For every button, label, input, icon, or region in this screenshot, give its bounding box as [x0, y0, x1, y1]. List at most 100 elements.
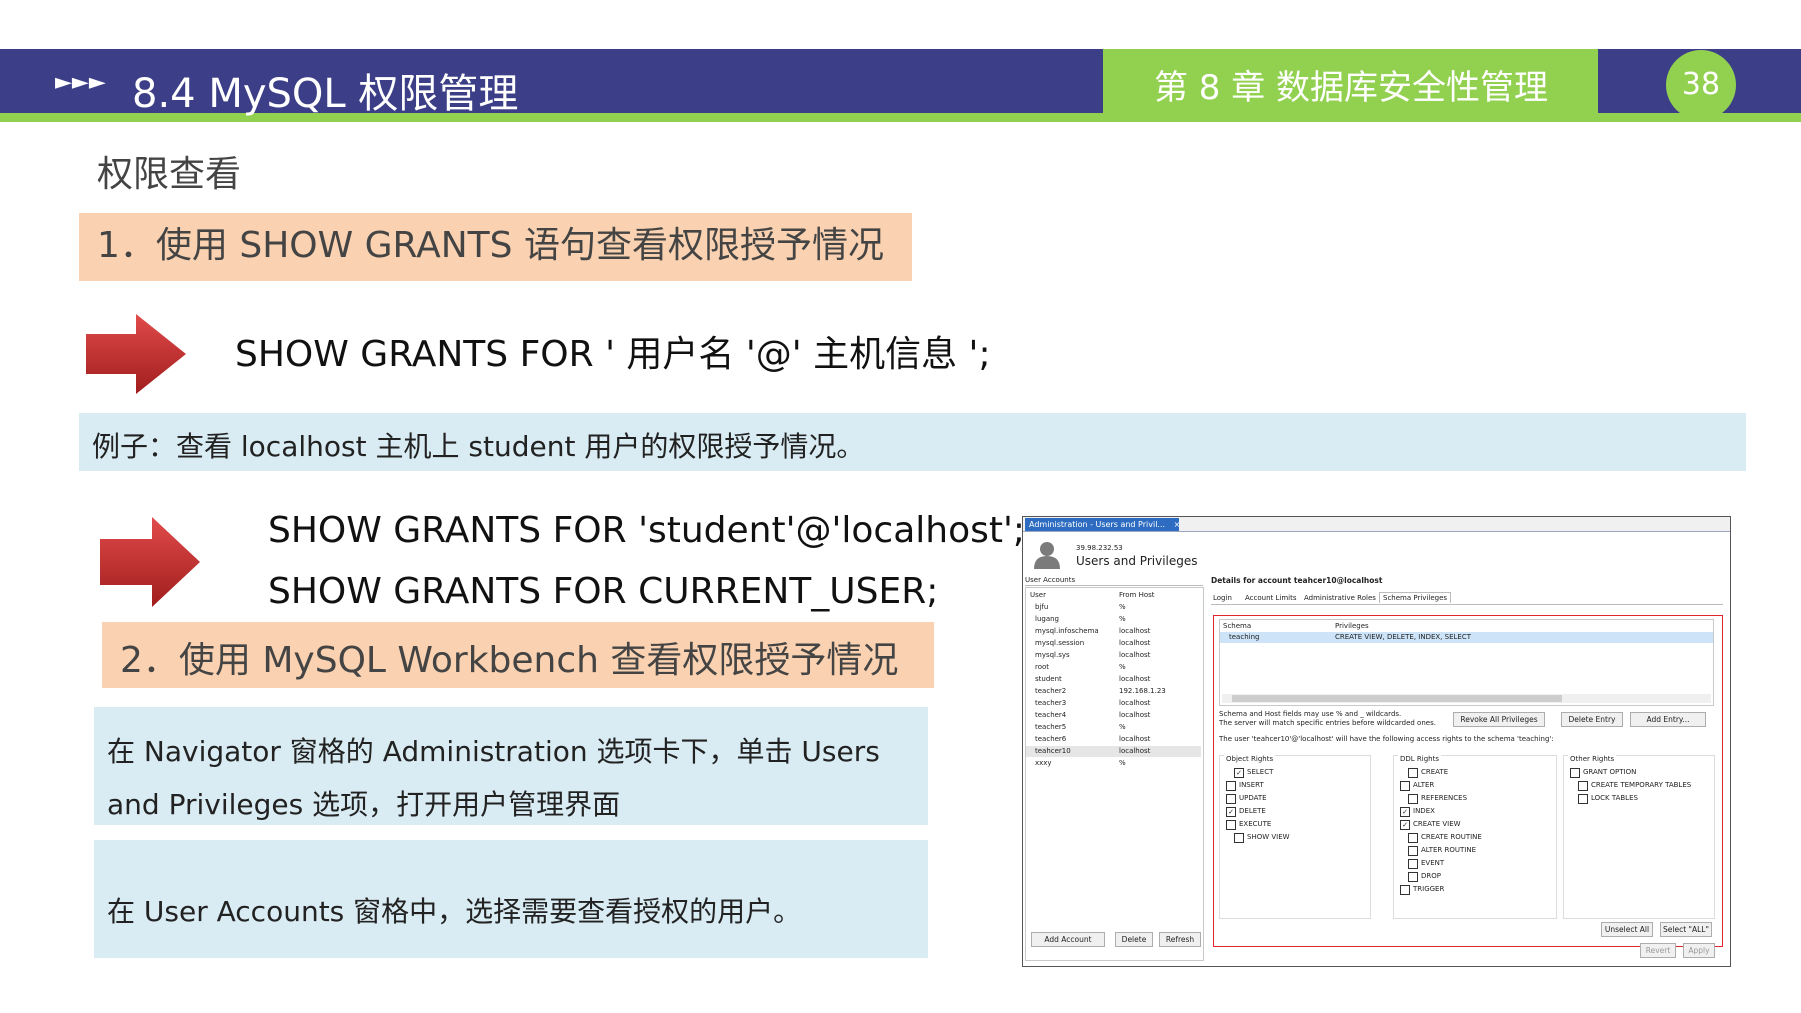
- checkbox-empty-icon[interactable]: [1226, 781, 1236, 791]
- unselect-all-button[interactable]: Unselect All: [1601, 922, 1653, 937]
- wb-user-host: localhost: [1119, 639, 1151, 647]
- checkbox-empty-icon[interactable]: [1578, 781, 1588, 791]
- wb-tab-account-limits[interactable]: Account Limits: [1245, 594, 1297, 602]
- table-row[interactable]: mysql.sys localhost: [1026, 650, 1201, 661]
- table-row[interactable]: teacher5%: [1026, 722, 1201, 733]
- item1-heading: 1．使用 SHOW GRANTS 语句查看权限授予情况: [97, 225, 884, 266]
- add-account-button[interactable]: Add Account: [1031, 932, 1105, 947]
- privilege-label: INDEX: [1413, 807, 1435, 815]
- page-number-badge: 38: [1666, 50, 1736, 120]
- table-row[interactable]: teacher3 localhost: [1026, 698, 1201, 709]
- wb-user-host: %: [1119, 663, 1126, 671]
- wb-tab-admin-roles[interactable]: Administrative Roles: [1304, 594, 1376, 602]
- checkbox-empty-icon[interactable]: [1234, 833, 1244, 843]
- revert-button[interactable]: Revert: [1640, 943, 1676, 958]
- wb-user-host: %: [1119, 615, 1126, 623]
- checkbox-checked-icon[interactable]: ✓: [1226, 807, 1236, 817]
- wb-user-name: root: [1035, 663, 1050, 671]
- refresh-button[interactable]: Refresh: [1159, 932, 1201, 947]
- checkbox-checked-icon[interactable]: ✓: [1234, 768, 1244, 778]
- wb-schema-name: teaching: [1229, 633, 1260, 641]
- table-row[interactable]: xxxy%: [1026, 758, 1201, 769]
- checkbox-empty-icon[interactable]: [1408, 768, 1418, 778]
- wb-info-line-1: Schema and Host fields may use % and _ w…: [1219, 710, 1402, 718]
- slide-title: 8.4 MySQL 权限管理: [132, 71, 519, 117]
- wb-schema-table[interactable]: Schema Privileges teaching CREATE VIEW, …: [1219, 619, 1714, 706]
- wb-tab-schema-privileges[interactable]: Schema Privileges: [1379, 592, 1452, 603]
- wb-col-schema: Schema: [1223, 622, 1252, 630]
- other-rights-group: Other Rights GRANT OPTION CREATE TEMPORAR…: [1563, 755, 1715, 919]
- wb-user-host: localhost: [1119, 627, 1151, 635]
- checkbox-empty-icon[interactable]: [1408, 846, 1418, 856]
- table-row[interactable]: root%: [1026, 662, 1201, 673]
- table-row[interactable]: teacher4 localhost: [1026, 710, 1201, 721]
- wb-user-host: localhost: [1119, 711, 1151, 719]
- apply-button[interactable]: Apply: [1683, 943, 1715, 958]
- privilege-label: CREATE VIEW: [1413, 820, 1461, 828]
- checkbox-empty-icon[interactable]: [1400, 885, 1410, 895]
- table-row[interactable]: mysql.session localhost: [1026, 638, 1201, 649]
- revoke-all-button[interactable]: Revoke All Privileges: [1453, 712, 1545, 727]
- checkbox-empty-icon[interactable]: [1226, 820, 1236, 830]
- select-all-button[interactable]: Select "ALL": [1660, 922, 1712, 937]
- checkbox-empty-icon[interactable]: [1578, 794, 1588, 804]
- note1-text: 在 Navigator 窗格的 Administration 选项卡下，单击 U…: [107, 735, 880, 821]
- delete-account-button[interactable]: Delete: [1115, 932, 1153, 947]
- wb-user-name: lugang: [1035, 615, 1059, 623]
- checkbox-empty-icon[interactable]: [1408, 833, 1418, 843]
- checkbox-checked-icon[interactable]: ✓: [1400, 807, 1410, 817]
- checkbox-empty-icon[interactable]: [1226, 794, 1236, 804]
- checkbox-empty-icon[interactable]: [1400, 781, 1410, 791]
- horizontal-scrollbar[interactable]: [1222, 694, 1711, 703]
- table-row[interactable]: teahcer10 localhost: [1026, 746, 1201, 757]
- privilege-label: UPDATE: [1239, 794, 1267, 802]
- checkbox-empty-icon[interactable]: [1408, 794, 1418, 804]
- table-row[interactable]: lugang%: [1026, 614, 1201, 625]
- divider: [1025, 585, 1203, 586]
- example-text: 例子：查看 localhost 主机上 student 用户的权限授予情况。: [92, 430, 865, 463]
- wb-heading: Users and Privileges: [1076, 554, 1198, 568]
- checkbox-empty-icon[interactable]: [1408, 859, 1418, 869]
- table-row[interactable]: teaching CREATE VIEW, DELETE, INDEX, SEL…: [1220, 632, 1713, 643]
- code-line-1: SHOW GRANTS FOR 'student'@'localhost';: [268, 510, 1026, 551]
- wb-user-host: localhost: [1119, 651, 1151, 659]
- wb-admin-tab[interactable]: Administration - Users and Privil... ×: [1025, 518, 1181, 531]
- header-arrows-icon: ►►►: [55, 70, 106, 95]
- privilege-label: TRIGGER: [1413, 885, 1445, 893]
- checkbox-empty-icon[interactable]: [1408, 872, 1418, 882]
- ddl-rights-label: DDL Rights: [1398, 755, 1441, 763]
- chapter-title: 第 8 章 数据库安全性管理: [1154, 68, 1549, 108]
- wb-user-name: mysql.session: [1035, 639, 1085, 647]
- privilege-label: CREATE: [1421, 768, 1449, 776]
- table-row[interactable]: mysql.infoschema localhost: [1026, 626, 1201, 637]
- table-row[interactable]: teacher2 192.168.1.23: [1026, 686, 1201, 697]
- wb-user-list[interactable]: User From Host bjfu% lugang% mysql.infosch…: [1025, 587, 1204, 961]
- wb-user-name: mysql.infoschema: [1035, 627, 1099, 635]
- table-row[interactable]: teacher6 localhost: [1026, 734, 1201, 745]
- checkbox-empty-icon[interactable]: [1570, 768, 1580, 778]
- delete-entry-button[interactable]: Delete Entry: [1561, 712, 1623, 727]
- wb-user-accounts-label: User Accounts: [1025, 576, 1076, 584]
- privilege-label: DELETE: [1239, 807, 1266, 815]
- add-entry-button[interactable]: Add Entry...: [1630, 712, 1706, 727]
- checkbox-checked-icon[interactable]: ✓: [1400, 820, 1410, 830]
- privilege-label: GRANT OPTION: [1583, 768, 1637, 776]
- close-icon[interactable]: ×: [1174, 520, 1181, 529]
- workbench-screenshot: Administration - Users and Privil... × 3…: [1022, 516, 1731, 967]
- grant-syntax: SHOW GRANTS FOR ' 用户名 '@' 主机信息 ';: [235, 334, 991, 375]
- wb-user-host: localhost: [1119, 699, 1151, 707]
- user-avatar-icon: [1032, 539, 1062, 573]
- scrollbar-thumb[interactable]: [1232, 695, 1562, 702]
- privilege-label: ALTER ROUTINE: [1421, 846, 1477, 854]
- wb-info-line-2: The server will match specific entries b…: [1219, 719, 1436, 727]
- privilege-label: ALTER: [1413, 781, 1435, 789]
- table-row[interactable]: student localhost: [1026, 674, 1201, 685]
- wb-tab-label: Administration - Users and Privil...: [1029, 520, 1166, 529]
- table-row[interactable]: bjfu%: [1026, 602, 1201, 613]
- wb-user-host: localhost: [1119, 735, 1151, 743]
- wb-tab-login[interactable]: Login: [1213, 594, 1232, 602]
- right-arrow-icon: [86, 314, 186, 394]
- wb-details-label: Details for account teahcer10@localhost: [1211, 576, 1383, 585]
- wb-user-host: %: [1119, 723, 1126, 731]
- wb-user-host: 192.168.1.23: [1119, 687, 1166, 695]
